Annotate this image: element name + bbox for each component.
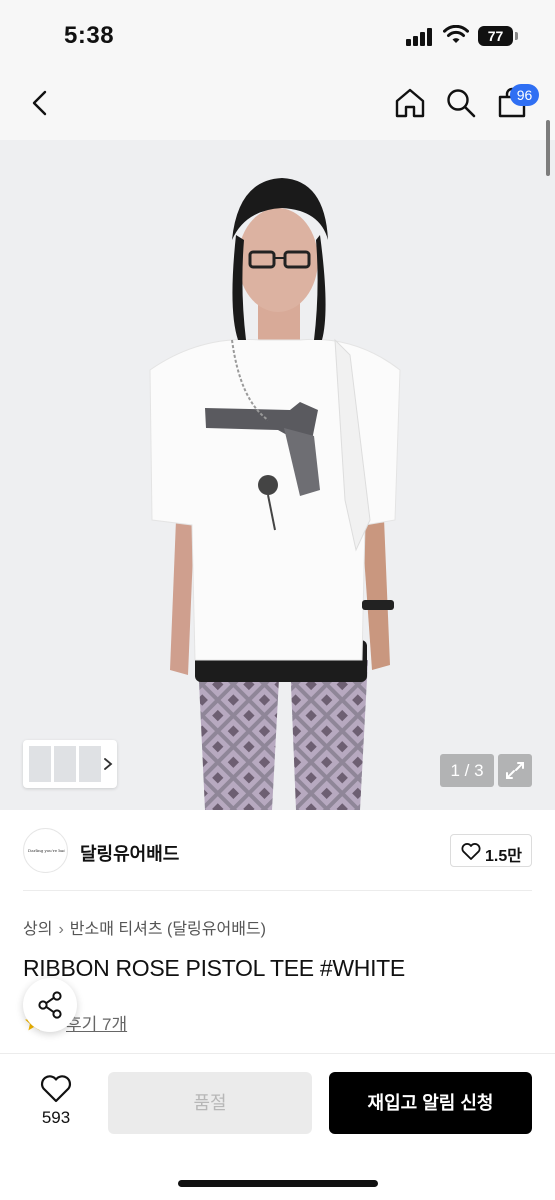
page-scrollbar[interactable] — [546, 120, 550, 176]
share-button[interactable] — [23, 978, 77, 1032]
breadcrumb-separator-icon: › — [58, 921, 64, 938]
restock-alert-button[interactable]: 재입고 알림 신청 — [329, 1072, 532, 1134]
chevron-right-icon — [104, 758, 113, 770]
product-photo-illustration — [0, 140, 555, 810]
wishlist-heart-icon[interactable] — [40, 1074, 72, 1104]
breadcrumb: 상의 › 반소매 티셔츠 (달링유어배드) — [23, 915, 266, 939]
product-image[interactable] — [0, 140, 555, 810]
brand-name[interactable]: 달링유어배드 — [80, 840, 179, 866]
expand-icon — [506, 762, 524, 779]
thumbnail-3[interactable] — [79, 746, 101, 782]
thumbnail-strip[interactable] — [23, 740, 117, 788]
product-title: RIBBON ROSE PISTOL TEE #WHITE — [23, 955, 405, 981]
status-bar: 5:38 77 — [0, 0, 555, 72]
breadcrumb-subcategory[interactable]: 반소매 티셔츠 (달링유어배드) — [70, 921, 266, 938]
battery-icon: 77 — [478, 26, 518, 46]
wishlist-count: 593 — [41, 1108, 71, 1127]
battery-level: 77 — [478, 26, 513, 46]
heart-outline-icon — [461, 843, 481, 860]
expand-image-button[interactable] — [498, 754, 532, 787]
brand-like-button[interactable]: 1.5만 — [450, 834, 532, 867]
thumbnail-2[interactable] — [54, 746, 76, 782]
breadcrumb-category[interactable]: 상의 — [23, 921, 52, 938]
home-icon[interactable] — [393, 86, 427, 120]
cellular-signal-icon — [406, 28, 434, 46]
home-indicator — [178, 1180, 378, 1187]
soldout-button: 품절 — [108, 1072, 312, 1134]
wifi-icon — [443, 25, 469, 43]
divider — [23, 890, 532, 891]
thumbnail-1[interactable] — [29, 746, 51, 782]
brand-logo[interactable]: Darling you're bad — [23, 828, 68, 873]
status-time: 5:38 — [64, 22, 115, 49]
brand-like-count: 1.5만 — [485, 848, 522, 865]
image-counter: 1 / 3 — [440, 754, 494, 787]
search-icon[interactable] — [444, 86, 478, 120]
back-icon[interactable] — [24, 86, 58, 120]
cart-count-badge: 96 — [510, 84, 539, 106]
share-icon — [38, 991, 62, 1019]
